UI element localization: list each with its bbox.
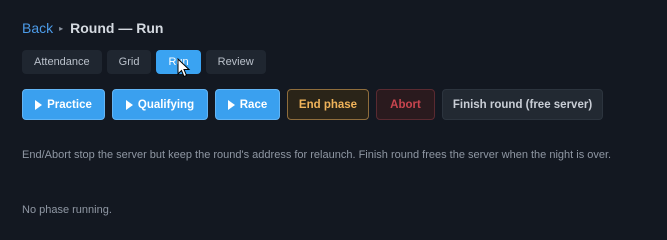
phase-status: No phase running. <box>22 204 112 216</box>
qualifying-button[interactable]: Qualifying <box>112 89 208 120</box>
finish-round-button[interactable]: Finish round (free server) <box>442 89 603 120</box>
breadcrumb: Back ▸ Round — Run <box>22 18 163 38</box>
breadcrumb-separator-icon: ▸ <box>59 23 64 33</box>
race-button[interactable]: Race <box>215 89 280 120</box>
back-link[interactable]: Back <box>22 20 53 36</box>
phase-actions: Practice Qualifying Race End phase Abort… <box>22 89 603 120</box>
practice-button[interactable]: Practice <box>22 89 105 120</box>
page-title: Round — Run <box>70 20 164 36</box>
play-icon <box>35 99 43 110</box>
race-button-label: Race <box>239 98 268 111</box>
tab-grid[interactable]: Grid <box>106 50 152 74</box>
tab-attendance[interactable]: Attendance <box>22 50 102 74</box>
tab-bar: Attendance Grid Run Review <box>22 50 266 74</box>
end-phase-button[interactable]: End phase <box>287 89 369 120</box>
tab-review[interactable]: Review <box>205 50 266 74</box>
practice-button-label: Practice <box>47 98 92 111</box>
play-icon <box>227 99 235 110</box>
help-note: End/Abort stop the server but keep the r… <box>22 149 612 161</box>
qualifying-button-label: Qualifying <box>137 98 195 111</box>
play-icon <box>125 99 133 110</box>
abort-button[interactable]: Abort <box>376 89 435 120</box>
tab-run[interactable]: Run <box>156 50 201 74</box>
